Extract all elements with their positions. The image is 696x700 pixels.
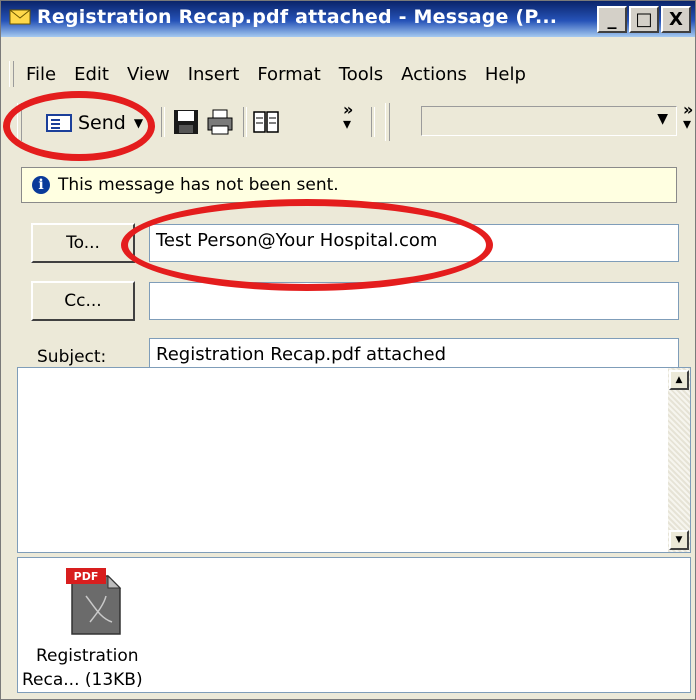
attachment-size[interactable]: Reca... (13KB) [22, 670, 143, 690]
close-button[interactable]: X [661, 6, 691, 33]
chevron-down-icon: ▼ [657, 111, 668, 127]
body-scrollbar[interactable]: ▲ ▼ [668, 368, 690, 552]
attachment-name[interactable]: Registration [36, 646, 139, 666]
cc-button[interactable]: Cc... [31, 281, 135, 321]
info-text: This message has not been sent. [58, 175, 339, 195]
title-bar[interactable]: Registration Recap.pdf attached - Messag… [1, 1, 695, 37]
menu-tools[interactable]: Tools [339, 64, 383, 85]
info-bar: i This message has not been sent. [21, 167, 677, 203]
scroll-up-icon[interactable]: ▲ [669, 370, 689, 390]
toolbar-overflow-icon[interactable]: » ▾ [343, 102, 353, 132]
cc-field[interactable] [149, 282, 679, 320]
maximize-button[interactable]: □ [629, 6, 659, 33]
highlight-oval-to [121, 199, 493, 291]
menu-format[interactable]: Format [257, 64, 320, 85]
menu-bar: File Edit View Insert Format Tools Actio… [9, 57, 544, 91]
account-dropdown[interactable]: ▼ [421, 106, 677, 136]
menu-file[interactable]: File [26, 64, 56, 85]
menubar-grip[interactable] [9, 61, 14, 87]
menu-actions[interactable]: Actions [401, 64, 467, 85]
print-icon[interactable] [207, 109, 233, 135]
highlight-oval-send [3, 91, 155, 161]
minimize-button[interactable]: _ [597, 6, 627, 33]
menu-insert[interactable]: Insert [188, 64, 240, 85]
menu-view[interactable]: View [127, 64, 170, 85]
envelope-icon [9, 9, 31, 25]
toolbar-separator [161, 107, 165, 137]
message-window: Registration Recap.pdf attached - Messag… [0, 0, 696, 700]
attachments-pane: PDF Registration Reca... (13KB) [17, 557, 691, 693]
toolbar-separator [371, 107, 375, 137]
message-body[interactable]: ▲ ▼ [17, 367, 691, 553]
subject-label: Subject: [37, 347, 107, 367]
to-button[interactable]: To... [31, 223, 135, 263]
toolbar-grip[interactable] [385, 103, 390, 141]
save-icon[interactable] [173, 109, 199, 135]
toolbar-separator [243, 107, 247, 137]
address-book-icon[interactable] [253, 109, 279, 135]
menu-help[interactable]: Help [485, 64, 526, 85]
pdf-file-icon[interactable]: PDF [64, 566, 124, 636]
pdf-badge: PDF [74, 570, 99, 583]
toolbar-overflow-icon[interactable]: » ▾ [683, 102, 693, 132]
window-title: Registration Recap.pdf attached - Messag… [37, 6, 558, 28]
info-icon: i [32, 176, 50, 194]
menu-edit[interactable]: Edit [74, 64, 109, 85]
scroll-down-icon[interactable]: ▼ [669, 530, 689, 550]
